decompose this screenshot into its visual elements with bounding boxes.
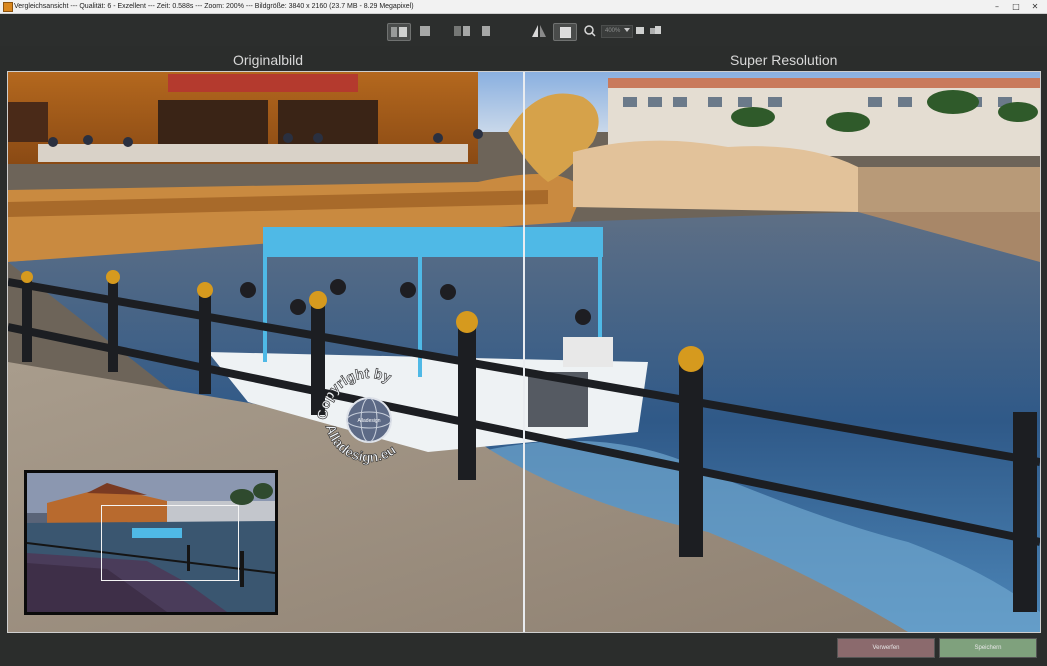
title-bar: Vergleichsansicht --- Qualität: 6 - Exze… xyxy=(0,0,1047,14)
left-pane-label: Originalbild xyxy=(233,52,304,68)
navigator-thumbnail[interactable] xyxy=(24,470,278,615)
navigator-viewport-frame[interactable] xyxy=(101,505,239,581)
flip-icon[interactable] xyxy=(528,23,550,39)
toolbar: 400% xyxy=(0,14,1047,46)
side-by-side-button[interactable] xyxy=(451,23,473,39)
minimize-button[interactable]: – xyxy=(990,0,1004,13)
window-title: Vergleichsansicht --- Qualität: 6 - Exze… xyxy=(14,3,414,10)
preview-toggle-button[interactable] xyxy=(633,23,647,39)
save-button[interactable]: Speichern xyxy=(939,638,1037,658)
comparison-viewer[interactable]: Copyright by Alladesign.eu Alladesign xyxy=(7,71,1041,633)
single-view-button[interactable] xyxy=(415,23,437,39)
comparison-divider-handle[interactable] xyxy=(523,72,525,632)
watermark-center-text: Alladesign xyxy=(357,418,380,424)
right-pane-label: Super Resolution xyxy=(730,52,838,68)
maximize-button[interactable]: □ xyxy=(1009,0,1023,13)
app-icon xyxy=(3,2,13,12)
discard-button[interactable]: Verwerfen xyxy=(837,638,935,658)
zoom-icon[interactable] xyxy=(579,23,601,39)
fit-view-button[interactable] xyxy=(553,23,577,41)
copyright-watermark-logo: Copyright by Alladesign.eu Alladesign xyxy=(313,365,398,466)
navigator-toggle-button[interactable] xyxy=(648,23,662,39)
close-button[interactable]: ✕ xyxy=(1028,0,1042,13)
compare-right-button[interactable] xyxy=(475,23,497,39)
split-view-button[interactable] xyxy=(387,23,411,41)
chevron-down-icon[interactable] xyxy=(624,28,630,32)
